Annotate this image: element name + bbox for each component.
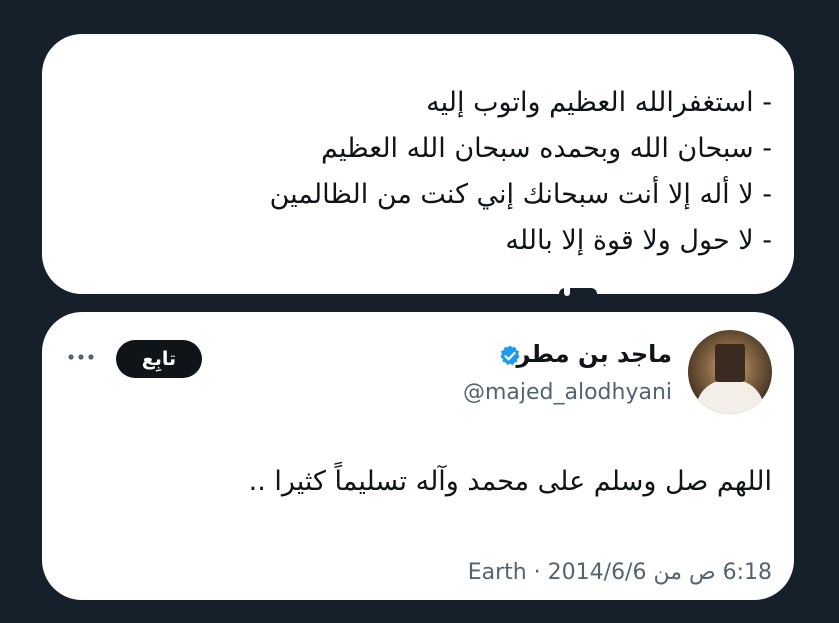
more-options-icon[interactable] bbox=[66, 352, 96, 362]
quote-card: - استغفرالله العظيم واتوب إليه - سبحان ا… bbox=[42, 34, 794, 294]
avatar-face-blur bbox=[715, 344, 745, 382]
tweet-text: اللهم صل وسلم على محمد وآله تسليماً كثير… bbox=[248, 466, 772, 497]
tweet-timestamp[interactable]: 6:18 ص من Earth · 2014/6/6 bbox=[468, 560, 772, 585]
author-handle[interactable]: @majed_alodhyani bbox=[463, 380, 672, 405]
dhikr-line-4: - لا حول ولا قوة إلا بالله bbox=[505, 225, 772, 256]
avatar[interactable] bbox=[688, 330, 772, 414]
dhikr-line-2: - سبحان الله وبحمده سبحان الله العظيم bbox=[321, 133, 772, 164]
dhikr-list: - استغفرالله العظيم واتوب إليه - سبحان ا… bbox=[62, 80, 772, 264]
follow-button[interactable]: تابِع bbox=[116, 340, 202, 378]
dhikr-line-1: - استغفرالله العظيم واتوب إليه bbox=[426, 87, 772, 118]
tweet-card[interactable]: ماجد بن مطر @majed_alodhyani تابِع اللهم… bbox=[42, 312, 794, 600]
avatar-body bbox=[696, 380, 764, 414]
dhikr-line-3: - لا أله إلا أنت سبحانك إني كنت من الظال… bbox=[269, 179, 772, 210]
author-name[interactable]: ماجد بن مطر bbox=[516, 340, 672, 368]
connector-notch bbox=[564, 286, 570, 296]
verified-badge-icon bbox=[500, 345, 520, 366]
